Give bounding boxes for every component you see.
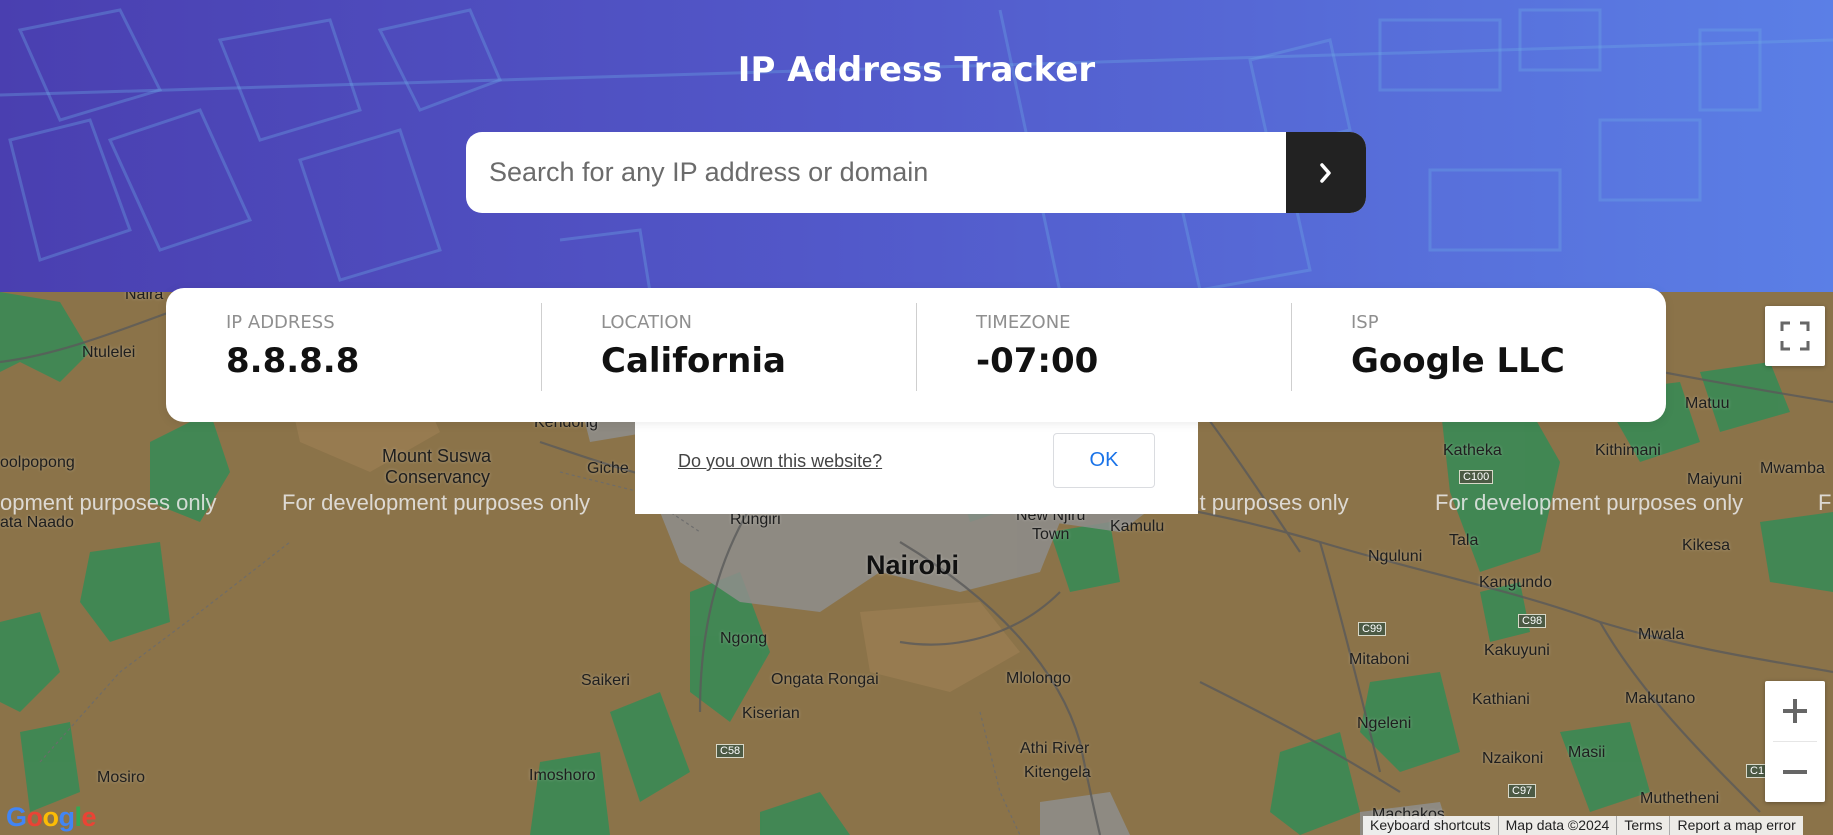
place-label: Tala (1449, 532, 1479, 549)
place-label: Mwala (1638, 626, 1685, 643)
place-label: Nguluni (1368, 548, 1423, 565)
road-badge: C100 (1459, 470, 1494, 484)
isp-value: Google LLC (1351, 341, 1565, 381)
api-key-dialog: Do you own this website? OK (635, 420, 1198, 514)
place-label: Makutano (1625, 690, 1696, 707)
place-label: Kithimani (1595, 442, 1661, 459)
search-input[interactable] (466, 132, 1286, 213)
timezone-label: TIMEZONE (976, 312, 1071, 333)
place-label: Muthetheni (1640, 790, 1720, 807)
ip-address-section: IP ADDRESS 8.8.8.8 (166, 288, 541, 422)
place-label: Mwamba (1760, 460, 1825, 477)
dev-watermark: opment purposes only (0, 490, 217, 515)
place-label: Kitengela (1024, 764, 1091, 781)
place-label: Athi River (1020, 740, 1090, 757)
place-label: Kamulu (1110, 518, 1165, 535)
ok-button[interactable]: OK (1053, 433, 1155, 488)
place-label: Ngong (720, 630, 768, 647)
fullscreen-button[interactable] (1765, 306, 1825, 366)
place-label: Mount Suswa (382, 446, 492, 466)
zoom-out-button[interactable] (1765, 742, 1825, 802)
dev-watermark: F (1818, 490, 1832, 515)
place-label: Mlolongo (1006, 670, 1071, 687)
location-section: LOCATION California (541, 288, 916, 422)
place-label: Kakuyuni (1484, 642, 1550, 659)
place-label: Naira (125, 292, 164, 303)
keyboard-shortcuts-link[interactable]: Keyboard shortcuts (1363, 816, 1498, 835)
map-data-text: Map data ©2024 (1497, 816, 1617, 835)
minus-icon (1783, 770, 1807, 774)
header-banner: IP Address Tracker (0, 0, 1833, 292)
zoom-control (1765, 681, 1825, 802)
place-label: Kathiani (1472, 691, 1530, 708)
place-label: Ongata Rongai (771, 671, 879, 688)
report-error-link[interactable]: Report a map error (1669, 816, 1802, 835)
place-label: Mosiro (97, 769, 146, 786)
place-label: Ntulelei (82, 344, 136, 361)
ip-address-label: IP ADDRESS (226, 312, 335, 333)
terms-link[interactable]: Terms (1616, 816, 1669, 835)
map-attribution: Keyboard shortcuts Map data ©2024 Terms … (1363, 816, 1803, 835)
timezone-value: -07:00 (976, 341, 1099, 381)
place-label: Imoshoro (529, 767, 596, 784)
place-label: Masii (1568, 744, 1606, 761)
zoom-in-button[interactable] (1765, 681, 1825, 741)
place-label-nairobi: Nairobi (866, 550, 960, 580)
place-label: Conservancy (385, 467, 491, 487)
dev-watermark: ent purposes only (1175, 490, 1349, 515)
place-label: ata Naado (0, 514, 74, 531)
own-website-link[interactable]: Do you own this website? (678, 451, 882, 472)
search-bar (466, 132, 1366, 213)
location-label: LOCATION (601, 312, 692, 333)
isp-label: ISP (1351, 312, 1379, 333)
fullscreen-icon (1780, 321, 1810, 351)
place-label: Kikesa (1682, 537, 1731, 554)
ip-address-value: 8.8.8.8 (226, 341, 360, 381)
location-value: California (601, 341, 786, 381)
road-badge: C98 (1518, 614, 1547, 628)
google-logo[interactable]: Google (6, 802, 97, 833)
dev-watermark: For development purposes only (282, 490, 591, 515)
isp-section: ISP Google LLC (1291, 288, 1666, 422)
chevron-right-icon (1320, 162, 1331, 183)
place-label: Katheka (1443, 442, 1502, 459)
place-label: Ngeleni (1357, 715, 1412, 732)
road-badge: C99 (1358, 622, 1387, 636)
road-badge: C97 (1508, 784, 1537, 798)
search-button[interactable] (1286, 132, 1366, 213)
dev-watermark: For development purposes only (1435, 490, 1744, 515)
place-label: Mitaboni (1349, 651, 1410, 668)
place-label: oolpopong (0, 454, 75, 471)
plus-icon (1783, 699, 1807, 723)
page-title: IP Address Tracker (737, 50, 1096, 90)
place-label: Matuu (1685, 395, 1730, 412)
place-label: Kiserian (742, 705, 800, 722)
place-label: Giche (587, 460, 629, 477)
place-label: Maiyuni (1687, 471, 1743, 488)
place-label: Saikeri (581, 672, 630, 689)
timezone-section: TIMEZONE -07:00 (916, 288, 1291, 422)
place-label: Town (1032, 526, 1070, 543)
road-badge: C58 (716, 744, 745, 758)
place-label: Kangundo (1479, 574, 1552, 591)
ip-info-card: IP ADDRESS 8.8.8.8 LOCATION California T… (166, 288, 1666, 422)
place-label: Nzaikoni (1482, 750, 1544, 767)
